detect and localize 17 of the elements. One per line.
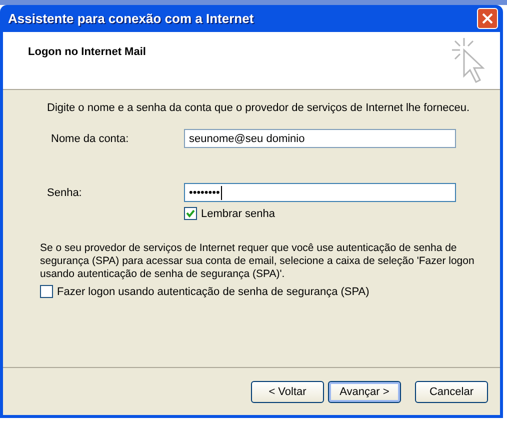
- spa-checkbox[interactable]: Fazer logon usando autenticação de senha de segurança (SPA): [40, 285, 500, 298]
- page-heading: Logon no Internet Mail: [28, 46, 146, 60]
- input-field[interactable]: seunome@seu dominio: [184, 129, 456, 148]
- wizard-button[interactable]: Cancelar: [415, 380, 488, 402]
- field-label: Senha:: [47, 186, 83, 198]
- wizard-button[interactable]: Avançar >: [328, 380, 401, 402]
- check-icon: [186, 209, 195, 218]
- window-title: Assistente para conexão com a Internet: [8, 11, 254, 26]
- spa-note: Se o seu provedor de serviços de Internet requer que você use autenticação de senha de segurança (SPA) para acessar sua conta de email, selecione a caixa de seleção 'Fazer logon usando autenticação de senha de segurança (SPA)'.: [40, 242, 476, 281]
- close-icon: [482, 13, 493, 24]
- field-label: Nome da conta:: [51, 132, 130, 144]
- remember-checkbox[interactable]: Lembrar senha: [184, 207, 500, 220]
- input-field[interactable]: ••••••••: [184, 183, 456, 202]
- close-button[interactable]: [477, 8, 498, 29]
- cursor-icon: [450, 36, 486, 84]
- instruction-text: Digite o nome e a senha da conta que o provedor de serviços de Internet lhe forneceu.: [47, 102, 471, 114]
- wizard-button[interactable]: < Voltar: [251, 380, 324, 402]
